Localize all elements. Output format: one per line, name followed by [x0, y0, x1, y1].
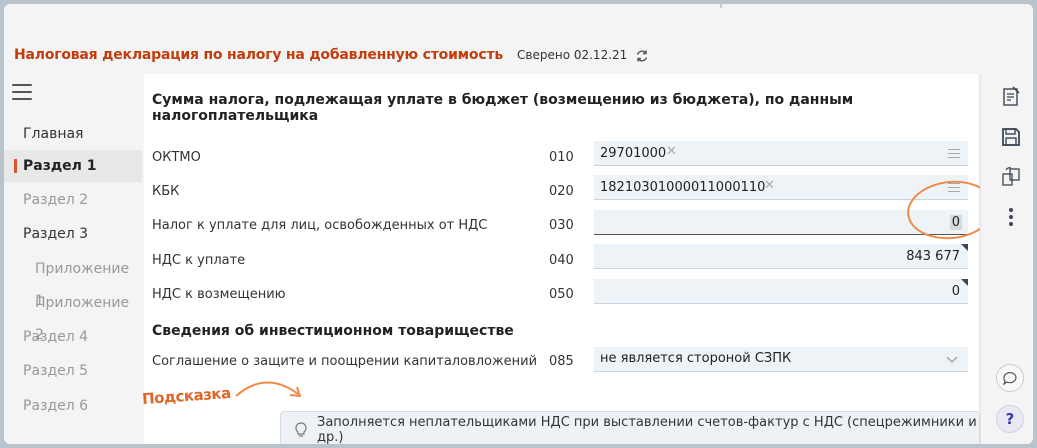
- vat-refund-code: 050: [549, 287, 574, 302]
- sidebar-item-section-1[interactable]: Раздел 1: [4, 150, 142, 182]
- agreement-select[interactable]: не является стороной СЗПК: [594, 347, 968, 372]
- hamburger-menu-icon[interactable]: [12, 84, 32, 100]
- document-edit-icon[interactable]: [1000, 86, 1022, 108]
- more-options-icon[interactable]: [1009, 208, 1013, 229]
- oktmo-field[interactable]: 29701000 ✕: [594, 141, 968, 166]
- vat-refund-label: НДС к возмещению: [152, 287, 286, 302]
- vat-payable-code: 040: [549, 253, 574, 268]
- agreement-code: 085: [549, 354, 574, 369]
- sidebar: Главная Раздел 1 Раздел 2 Раздел 3 Прило…: [4, 74, 142, 444]
- right-toolbar: ?: [980, 74, 1033, 444]
- oktmo-code: 010: [549, 150, 574, 165]
- vat-refund-value: 0: [951, 284, 960, 299]
- oktmo-value: 29701000: [600, 146, 667, 161]
- tooltip-text: Заполняется неплательщиками НДС при выст…: [317, 414, 977, 445]
- sidebar-item-section-6[interactable]: Раздел 6: [4, 390, 142, 422]
- oktmo-label: ОКТМО: [152, 150, 201, 165]
- lightbulb-icon: [293, 421, 309, 439]
- kbk-value: 18210301000011000110: [600, 180, 766, 195]
- vat-payable-value: 843 677: [906, 249, 960, 264]
- page-title: Налоговая декларация по налогу на добавл…: [14, 47, 504, 63]
- annotation-arrow-icon: [235, 381, 302, 398]
- agreement-value: не является стороной СЗПК: [600, 351, 792, 366]
- section-title: Сумма налога, подлежащая уплате в бюджет…: [152, 92, 854, 124]
- sidebar-item-section-2[interactable]: Раздел 2: [4, 184, 142, 216]
- sidebar-item-section-4[interactable]: Раздел 4: [4, 321, 142, 353]
- agreement-label: Соглашение о защите и поощрении капитало…: [152, 354, 538, 369]
- sync-documents-icon[interactable]: [1000, 166, 1022, 188]
- chat-bubble-icon: [1002, 372, 1017, 386]
- sidebar-item-section-3[interactable]: Раздел 3: [4, 218, 142, 250]
- exempt-tax-code: 030: [549, 218, 574, 233]
- vat-payable-label: НДС к уплате: [152, 253, 246, 268]
- top-strip: [4, 4, 1033, 38]
- help-button[interactable]: ?: [996, 405, 1024, 433]
- chat-button[interactable]: [996, 364, 1024, 392]
- calculated-corner-marker: [961, 279, 968, 286]
- chevron-down-icon[interactable]: [946, 353, 958, 365]
- clear-icon[interactable]: ✕: [764, 178, 775, 193]
- kbk-code: 020: [549, 184, 574, 199]
- calculated-corner-marker: [961, 244, 968, 251]
- save-icon[interactable]: [1000, 126, 1022, 148]
- title-bar: Налоговая декларация по налогу на добавл…: [14, 40, 649, 70]
- refresh-icon[interactable]: [635, 48, 649, 62]
- clear-icon[interactable]: ✕: [666, 144, 677, 159]
- sidebar-item-section-5[interactable]: Раздел 5: [4, 355, 142, 387]
- field-hint-tooltip: Заполняется неплательщиками НДС при выст…: [280, 411, 980, 444]
- app-window: Налоговая декларация по налогу на добавл…: [4, 4, 1033, 444]
- kbk-field[interactable]: 18210301000011000110 ✕: [594, 175, 968, 200]
- sidebar-item-appendix-1[interactable]: Приложение 1: [4, 253, 142, 309]
- vat-refund-field[interactable]: 0: [594, 279, 968, 304]
- sidebar-item-main[interactable]: Главная: [4, 118, 142, 150]
- verified-status: Сверено 02.12.21: [517, 48, 628, 62]
- exempt-tax-label: Налог к уплате для лиц, освобожденных от…: [152, 218, 488, 233]
- sidebar-item-appendix-2[interactable]: Приложение 2: [4, 287, 142, 343]
- kbk-label: КБК: [152, 184, 180, 199]
- list-icon[interactable]: [948, 149, 960, 161]
- vat-payable-field[interactable]: 843 677: [594, 244, 968, 269]
- investment-partnership-heading: Сведения об инвестиционном товариществе: [152, 323, 514, 339]
